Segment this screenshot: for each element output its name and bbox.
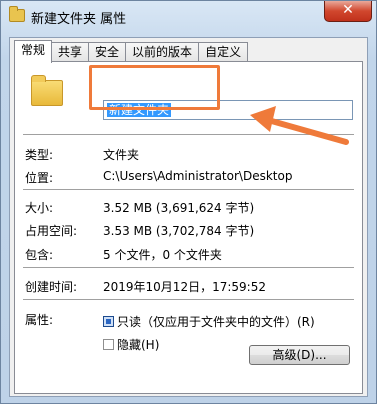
window-title: 新建文件夹 属性 bbox=[31, 12, 127, 27]
created-label: 创建时间: bbox=[25, 280, 78, 294]
divider bbox=[23, 134, 354, 135]
size-value: 3.52 MB (3,691,624 字节) bbox=[103, 201, 255, 215]
title-bar[interactable]: 新建文件夹 属性 ✕ bbox=[1, 1, 376, 33]
close-button[interactable]: ✕ bbox=[324, 1, 372, 22]
contains-label: 包含: bbox=[25, 248, 54, 262]
hidden-checkbox[interactable] bbox=[103, 339, 114, 350]
created-value: 2019年10月12日，17:59:52 bbox=[103, 280, 266, 294]
folder-icon bbox=[9, 6, 25, 22]
advanced-button[interactable]: 高级(D)... bbox=[249, 345, 350, 365]
type-value: 文件夹 bbox=[103, 148, 140, 162]
location-label: 位置: bbox=[25, 171, 54, 185]
location-value: C:\Users\Administrator\Desktop bbox=[103, 169, 293, 183]
size-label: 大小: bbox=[25, 201, 54, 215]
readonly-label: 只读（仅应用于文件夹中的文件）(R) bbox=[117, 315, 315, 329]
attributes-label: 属性: bbox=[25, 313, 54, 327]
tab-general[interactable]: 常规 bbox=[14, 40, 53, 63]
folder-icon bbox=[31, 75, 63, 106]
divider bbox=[23, 189, 354, 190]
tab-sharing[interactable]: 共享 bbox=[51, 42, 90, 63]
tab-previous-versions[interactable]: 以前的版本 bbox=[125, 42, 200, 63]
hidden-option[interactable]: 隐藏(H) bbox=[103, 336, 159, 353]
annotation-highlight-box bbox=[89, 65, 220, 110]
readonly-option[interactable]: 只读（仅应用于文件夹中的文件）(R) bbox=[103, 313, 315, 330]
disk-size-value: 3.53 MB (3,702,784 字节) bbox=[103, 224, 255, 238]
contains-value: 5 个文件，0 个文件夹 bbox=[103, 248, 222, 262]
readonly-checkbox[interactable] bbox=[103, 316, 114, 327]
general-panel: 新建文件夹 类型: 文件夹 位置: C:\Users\Administrator… bbox=[14, 61, 363, 394]
tab-strip: 常规 共享 安全 以前的版本 自定义 bbox=[14, 40, 249, 63]
divider bbox=[23, 267, 354, 268]
tab-customize[interactable]: 自定义 bbox=[198, 42, 249, 63]
tab-security[interactable]: 安全 bbox=[88, 42, 127, 63]
disk-size-label: 占用空间: bbox=[25, 224, 78, 238]
properties-window: 新建文件夹 属性 ✕ 常规 共享 安全 以前的版本 自定义 新建文件夹 类型: … bbox=[0, 0, 377, 404]
hidden-label: 隐藏(H) bbox=[117, 338, 160, 352]
divider bbox=[23, 299, 354, 300]
type-label: 类型: bbox=[25, 148, 54, 162]
